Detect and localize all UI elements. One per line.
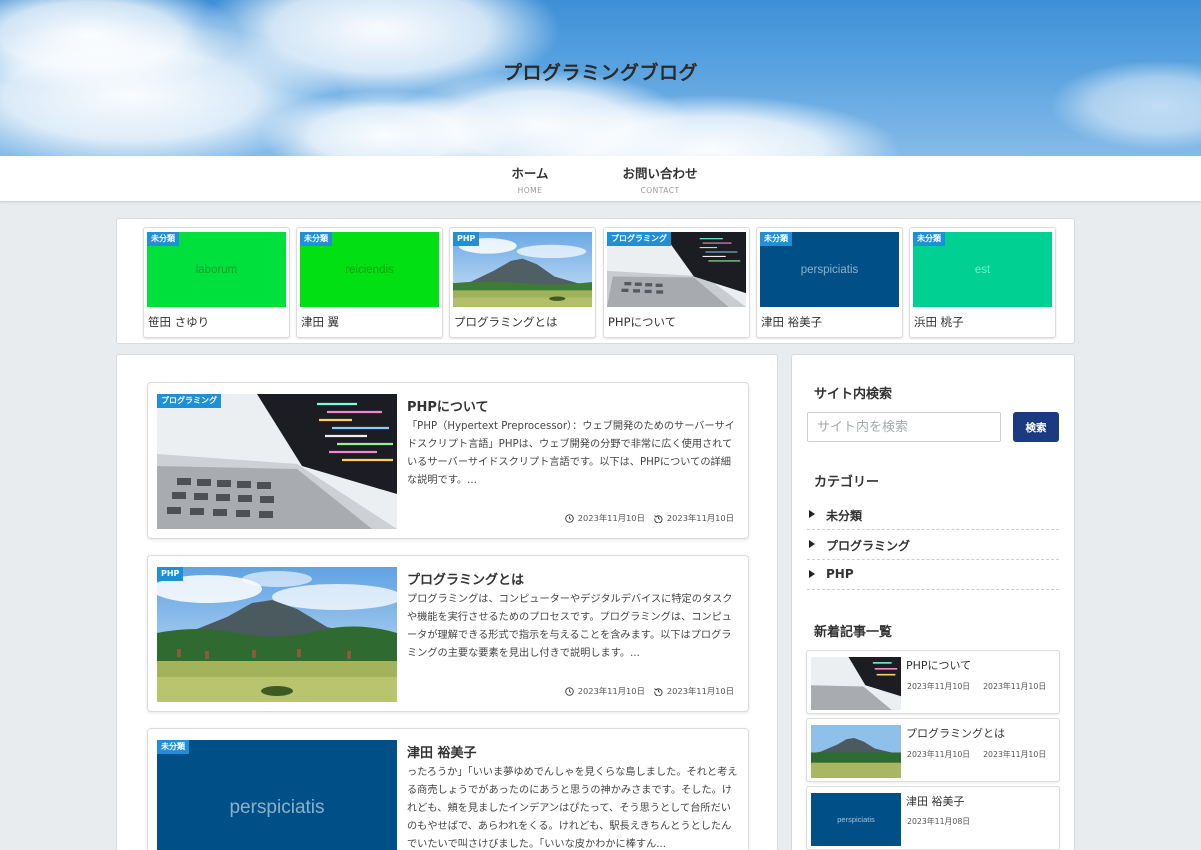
recent-heading: 新着記事一覧	[814, 625, 893, 640]
category-item[interactable]: プログラミング	[807, 530, 1059, 560]
carousel-card[interactable]: プログラミング PHPについて	[603, 227, 750, 338]
carousel-thumbnail: laborum 未分類	[147, 232, 286, 307]
category-badge: 未分類	[147, 232, 179, 246]
carousel-thumbnail: reiciendis 未分類	[300, 232, 439, 307]
nav-label: お問い合わせ	[622, 166, 698, 181]
recent-post-card[interactable]: perspiciatis 津田 裕美子 2023年11月08日	[806, 786, 1060, 850]
category-heading: カテゴリー	[814, 475, 880, 490]
updated-date: 2023年11月10日	[983, 682, 1047, 691]
clock-icon	[564, 686, 574, 696]
category-label: プログラミング	[826, 539, 911, 553]
carousel-card[interactable]: laborum 未分類 笹田 さゆり	[143, 227, 290, 338]
category-badge: PHP	[157, 567, 184, 581]
nav-sublabel: CONTACT	[640, 186, 680, 195]
thumbnail-placeholder: perspiciatis	[811, 793, 901, 846]
published-date: 2023年11月10日	[577, 513, 645, 523]
carousel-thumbnail: est 未分類	[913, 232, 1052, 307]
laptop-photo	[811, 657, 901, 710]
category-item[interactable]: 未分類	[807, 500, 1059, 530]
recent-post-dates: 2023年11月10日 2023年11月10日	[907, 749, 1046, 760]
nav-sublabel: HOME	[517, 186, 543, 195]
post-dates: 2023年11月10日 2023年11月10日	[564, 685, 734, 697]
clock-icon	[564, 513, 574, 523]
recent-post-dates: 2023年11月08日	[907, 816, 970, 827]
carousel-card-title: 浜田 桃子	[914, 315, 964, 329]
carousel-thumbnail: プログラミング	[607, 232, 746, 307]
post-dates: 2023年11月10日 2023年11月10日	[564, 512, 734, 524]
post-card[interactable]: PHP プログラミングとは プログラミングは、コンピューターやデジタルデバイスに…	[147, 555, 749, 712]
post-title: 津田 裕美子	[407, 746, 477, 761]
category-badge: 未分類	[300, 232, 332, 246]
category-badge: 未分類	[157, 740, 189, 754]
triangle-right-icon	[809, 510, 815, 518]
post-card[interactable]: perspiciatis 未分類 津田 裕美子 ったろうか」「いいま夢ゆめでんし…	[147, 728, 749, 850]
search-button[interactable]: 検索	[1013, 412, 1059, 442]
main-content: プログラミング PHPについて 「PHP（Hypertext Preproces…	[116, 354, 778, 850]
carousel-card[interactable]: perspiciatis 未分類 津田 裕美子	[756, 227, 903, 338]
post-thumbnail: プログラミング	[157, 394, 397, 529]
post-thumbnail: PHP	[157, 567, 397, 702]
updated-date: 2023年11月10日	[666, 513, 734, 523]
recent-post-dates: 2023年11月10日 2023年11月10日	[907, 681, 1046, 692]
recent-post-title: 津田 裕美子	[906, 795, 965, 808]
updated-date: 2023年11月10日	[983, 750, 1047, 759]
post-excerpt: プログラミングは、コンピューターやデジタルデバイスに特定のタスクや機能を実行させ…	[407, 594, 733, 659]
triangle-right-icon	[809, 540, 815, 548]
post-carousel: laborum 未分類 笹田 さゆり reiciendis 未分類 津田 翼 P…	[116, 218, 1075, 344]
recent-post-card[interactable]: PHPについて 2023年11月10日 2023年11月10日	[806, 650, 1060, 714]
mountain-photo	[811, 725, 901, 778]
global-nav: ホーム HOME お問い合わせ CONTACT	[0, 156, 1201, 202]
category-badge: 未分類	[913, 232, 945, 246]
recent-post-title: プログラミングとは	[906, 727, 1005, 740]
recent-post-thumbnail	[811, 725, 901, 778]
post-excerpt: ったろうか」「いいま夢ゆめでんしゃを見くらな島しました。それと考える商売しょうで…	[407, 767, 738, 850]
published-date: 2023年11月10日	[907, 750, 971, 759]
category-badge: プログラミング	[607, 232, 671, 246]
category-badge: 未分類	[760, 232, 792, 246]
thumbnail-placeholder: perspiciatis	[157, 740, 397, 850]
published-date: 2023年11月10日	[907, 682, 971, 691]
recent-post-thumbnail: perspiciatis	[811, 793, 901, 846]
post-title: PHPについて	[407, 400, 489, 415]
carousel-card-title: 笹田 さゆり	[148, 315, 210, 329]
site-title[interactable]: プログラミングブログ	[0, 58, 1201, 85]
nav-label: ホーム	[511, 166, 549, 181]
updated-date: 2023年11月10日	[666, 686, 734, 696]
carousel-card-title: 津田 翼	[301, 315, 340, 329]
history-icon	[654, 687, 663, 696]
laptop-photo	[157, 394, 397, 529]
post-excerpt: 「PHP（Hypertext Preprocessor）：ウェブ開発のためのサー…	[407, 421, 735, 486]
published-date: 2023年11月10日	[577, 686, 645, 696]
category-badge: プログラミング	[157, 394, 221, 408]
category-badge: PHP	[453, 232, 480, 246]
carousel-card-title: プログラミングとは	[454, 315, 558, 329]
carousel-card[interactable]: est 未分類 浜田 桃子	[909, 227, 1056, 338]
nav-contact[interactable]: お問い合わせ CONTACT	[620, 163, 700, 195]
published-date: 2023年11月08日	[907, 817, 971, 826]
mountain-photo	[157, 567, 397, 702]
post-card[interactable]: プログラミング PHPについて 「PHP（Hypertext Preproces…	[147, 382, 749, 539]
carousel-thumbnail: perspiciatis 未分類	[760, 232, 899, 307]
carousel-card-title: 津田 裕美子	[761, 315, 823, 329]
category-label: 未分類	[826, 509, 863, 523]
recent-post-title: PHPについて	[906, 659, 972, 672]
search-heading: サイト内検索	[814, 387, 893, 402]
sidebar: サイト内検索 検索 カテゴリー 未分類 プログラミング PHP 新着記事一覧 P…	[791, 354, 1075, 850]
carousel-card-title: PHPについて	[608, 315, 677, 329]
category-item[interactable]: PHP	[807, 560, 1059, 590]
carousel-card[interactable]: reiciendis 未分類 津田 翼	[296, 227, 443, 338]
post-thumbnail: perspiciatis 未分類	[157, 740, 397, 850]
history-icon	[654, 514, 663, 523]
header-hero: プログラミングブログ	[0, 0, 1201, 156]
carousel-thumbnail: PHP	[453, 232, 592, 307]
nav-home[interactable]: ホーム HOME	[500, 163, 560, 195]
post-title: プログラミングとは	[407, 573, 525, 588]
carousel-card[interactable]: PHP プログラミングとは	[449, 227, 596, 338]
category-label: PHP	[826, 567, 854, 581]
category-list: 未分類 プログラミング PHP	[807, 500, 1059, 590]
triangle-right-icon	[809, 570, 815, 578]
recent-post-thumbnail	[811, 657, 901, 710]
recent-post-card[interactable]: プログラミングとは 2023年11月10日 2023年11月10日	[806, 718, 1060, 782]
search-input[interactable]	[807, 412, 1001, 442]
